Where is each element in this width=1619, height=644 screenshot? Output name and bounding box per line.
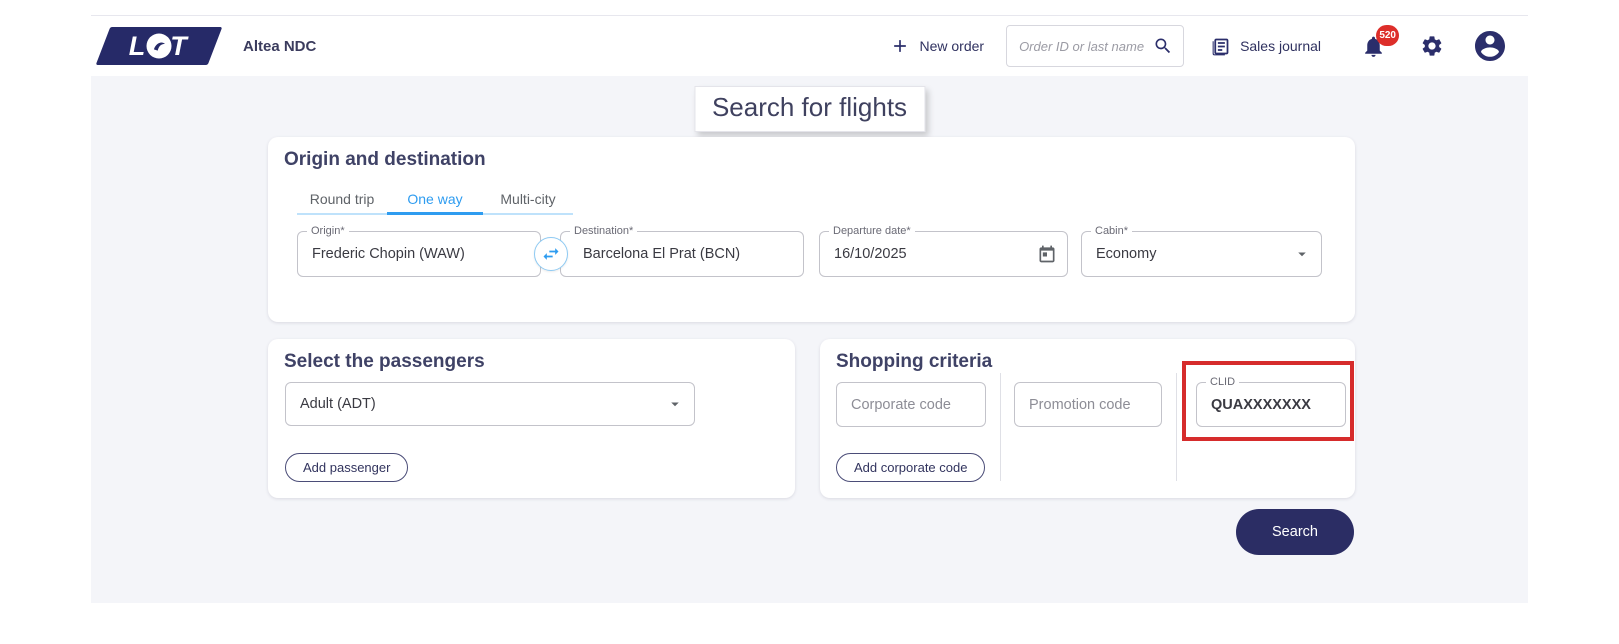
tab-round-trip[interactable]: Round trip — [297, 185, 387, 213]
order-search-input[interactable] — [1019, 39, 1153, 54]
promotion-code-input[interactable] — [1015, 383, 1161, 426]
journal-icon — [1210, 36, 1231, 57]
clid-input[interactable] — [1197, 383, 1345, 426]
cabin-select-value: Economy — [1082, 232, 1321, 276]
field-divider — [1176, 373, 1177, 481]
passenger-type-select[interactable]: Adult (ADT) — [285, 382, 695, 426]
departure-date-field-label: Departure date* — [829, 225, 915, 238]
shopping-criteria-heading: Shopping criteria — [836, 351, 992, 373]
gear-icon — [1420, 34, 1444, 58]
tab-one-way[interactable]: One way — [387, 185, 483, 213]
origin-destination-heading: Origin and destination — [284, 149, 486, 171]
plus-icon — [890, 36, 910, 56]
origin-field[interactable]: Origin* — [297, 231, 541, 277]
search-icon[interactable] — [1153, 36, 1173, 56]
passengers-card: Select the passengers Adult (ADT) Add pa… — [268, 339, 795, 498]
chevron-down-icon — [666, 395, 684, 413]
main-content: Search for flights Origin and destinatio… — [91, 76, 1528, 603]
user-avatar[interactable] — [1472, 28, 1508, 64]
tab-multi-city[interactable]: Multi-city — [483, 185, 573, 213]
swap-icon — [541, 244, 561, 264]
corporate-code-input[interactable] — [837, 383, 985, 426]
top-header: LOT Altea NDC New order Sales journal — [91, 16, 1528, 76]
chevron-down-icon — [1293, 245, 1311, 263]
origin-input[interactable] — [298, 232, 540, 276]
departure-date-field[interactable]: Departure date* — [819, 231, 1068, 277]
settings-button[interactable] — [1420, 34, 1444, 58]
destination-input[interactable] — [561, 232, 803, 276]
passengers-heading: Select the passengers — [284, 351, 485, 373]
new-order-label: New order — [919, 38, 984, 54]
promotion-code-field[interactable] — [1014, 382, 1162, 427]
swap-origin-destination-button[interactable] — [534, 237, 568, 271]
page-title: Search for flights — [694, 86, 925, 132]
app-title: Altea NDC — [243, 38, 316, 55]
app-window: LOT Altea NDC New order Sales journal — [91, 15, 1528, 603]
origin-destination-card: Origin and destination Round trip One wa… — [268, 137, 1355, 322]
lot-logo[interactable]: LOT — [96, 27, 223, 65]
departure-date-input[interactable] — [820, 232, 1067, 276]
search-flights-button[interactable]: Search — [1236, 509, 1354, 555]
sales-journal-button[interactable]: Sales journal — [1210, 36, 1321, 57]
trip-type-tabs: Round trip One way Multi-city — [297, 185, 573, 215]
cabin-select[interactable]: Cabin* Economy — [1081, 231, 1322, 277]
sales-journal-label: Sales journal — [1240, 38, 1321, 54]
clid-highlight-box: CLID — [1182, 361, 1354, 441]
destination-field-label: Destination* — [570, 225, 637, 238]
tab-indicator — [387, 212, 483, 215]
origin-field-label: Origin* — [307, 225, 349, 238]
new-order-button[interactable]: New order — [890, 36, 984, 56]
calendar-icon[interactable] — [1037, 244, 1057, 264]
cabin-select-label: Cabin* — [1091, 225, 1132, 238]
notifications-button[interactable]: 520 — [1361, 34, 1386, 59]
passenger-type-value: Adult (ADT) — [286, 383, 694, 425]
notification-badge: 520 — [1376, 25, 1399, 46]
add-corporate-code-button[interactable]: Add corporate code — [836, 453, 985, 482]
order-search-box[interactable] — [1006, 25, 1184, 67]
clid-field[interactable]: CLID — [1196, 382, 1346, 427]
crane-icon — [147, 34, 172, 59]
destination-field[interactable]: Destination* — [560, 231, 804, 277]
shopping-criteria-card: Shopping criteria CLID Add corporate cod… — [820, 339, 1355, 498]
add-passenger-button[interactable]: Add passenger — [285, 453, 408, 482]
corporate-code-field[interactable] — [836, 382, 986, 427]
field-divider — [1000, 373, 1001, 481]
clid-field-label: CLID — [1206, 376, 1239, 389]
